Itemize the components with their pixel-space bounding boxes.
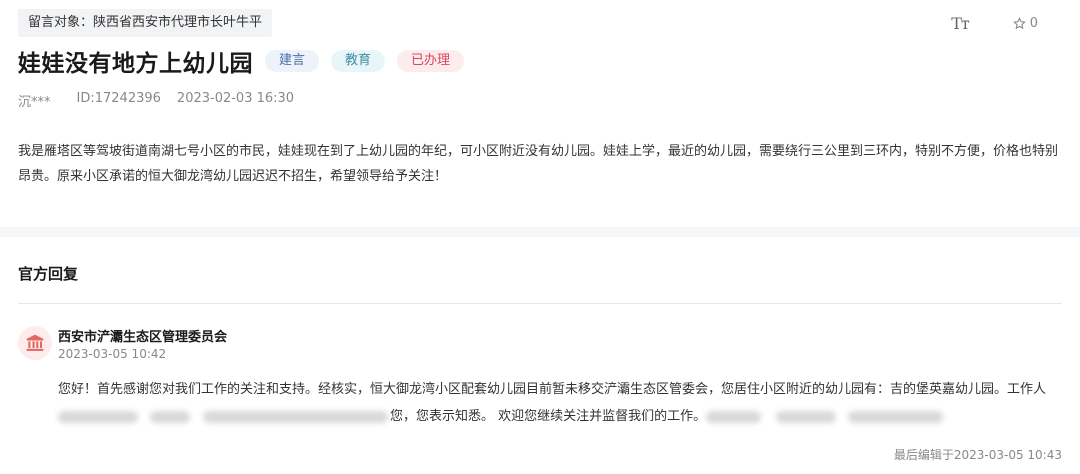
redacted-text xyxy=(706,411,761,423)
redacted-text xyxy=(150,411,190,423)
font-size-icon[interactable]: Tт xyxy=(951,14,970,33)
tag-topic: 教育 xyxy=(331,50,386,72)
recipient-label: 留言对象：陕西省西安市代理市长叶牛平 xyxy=(18,9,273,37)
tag-category: 建言 xyxy=(265,50,320,72)
avatar xyxy=(18,326,52,360)
redacted-text xyxy=(58,411,138,423)
section-divider xyxy=(0,227,1080,237)
favorite-button[interactable]: 0 xyxy=(1012,16,1038,31)
redacted-text xyxy=(776,411,836,423)
redacted-text xyxy=(203,411,388,423)
author-name: 沉*** xyxy=(18,95,51,110)
message-id: ID:17242396 xyxy=(76,91,161,106)
last-edited: 最后编辑于2023-03-05 10:43 xyxy=(893,448,1062,462)
page-title: 娃娃没有地方上幼儿园 xyxy=(18,51,253,77)
title-row: 娃娃没有地方上幼儿园 建言 教育 已办理 xyxy=(18,44,465,78)
reply-body: 您好！首先感谢您对我们工作的关注和支持。经核实，恒大御龙湾小区配套幼儿园目前暂未… xyxy=(58,382,1047,397)
redacted-text xyxy=(848,411,943,423)
toolbar: Tт 0 xyxy=(951,14,1038,33)
reply-body-text: 您，您表示知悉。 欢迎您继续关注并监督我们的工作。 xyxy=(390,409,707,424)
reply-heading: 官方回复 xyxy=(18,265,79,283)
message-content: 我是雁塔区等驾坡街道南湖七号小区的市民，娃娃现在到了上幼儿园的年纪，可小区附近没… xyxy=(18,144,1059,184)
status-badge: 已办理 xyxy=(397,50,465,72)
divider xyxy=(18,303,1062,304)
message-datetime: 2023-02-03 16:30 xyxy=(176,91,295,106)
star-icon xyxy=(1012,17,1026,30)
reply-date: 2023-03-05 10:42 xyxy=(58,347,167,361)
message-meta: 沉*** ID:17242396 2023-02-03 16:30 xyxy=(18,91,294,110)
reply-body-continued: 您，您表示知悉。 欢迎您继续关注并监督我们的工作。 xyxy=(58,403,1068,430)
favorite-count: 0 xyxy=(1029,16,1038,31)
government-building-icon xyxy=(26,334,44,351)
org-name: 西安市浐灞生态区管理委员会 xyxy=(58,330,228,345)
